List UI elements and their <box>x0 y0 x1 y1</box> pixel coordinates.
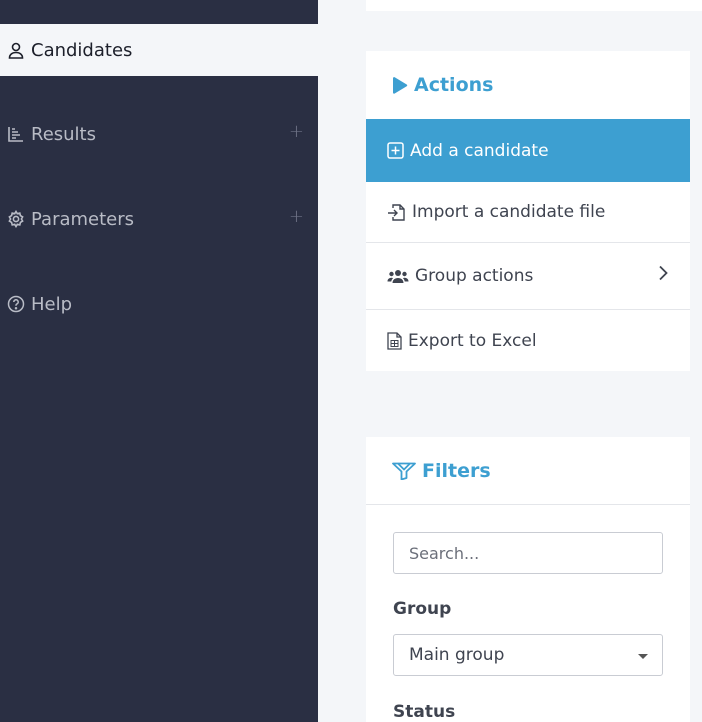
action-label: Group actions <box>415 266 534 286</box>
sidebar-item-label: Results <box>31 123 96 145</box>
sidebar-item-parameters[interactable]: Parameters + <box>0 193 318 245</box>
group-actions-menu[interactable]: Group actions <box>366 243 690 310</box>
group-label: Group <box>393 599 452 619</box>
filter-icon <box>392 462 416 480</box>
users-icon <box>387 268 409 285</box>
chevron-right-icon <box>658 265 668 286</box>
group-select-value: Main group <box>409 645 505 665</box>
actions-header: Actions <box>366 51 690 119</box>
user-icon <box>6 40 26 60</box>
action-label: Import a candidate file <box>412 202 606 222</box>
previous-card-edge <box>366 0 702 11</box>
expand-plus-icon[interactable]: + <box>289 121 304 142</box>
file-import-icon <box>387 203 406 222</box>
plus-square-icon <box>387 142 404 159</box>
sidebar: Candidates Results + Parameters + Help <box>0 0 318 722</box>
actions-title: Actions <box>414 74 494 96</box>
excel-file-icon <box>387 331 402 350</box>
export-excel-button[interactable]: Export to Excel <box>366 310 690 371</box>
action-label: Add a candidate <box>410 140 549 161</box>
sidebar-item-label: Parameters <box>31 208 135 230</box>
sidebar-item-candidates[interactable]: Candidates <box>0 24 318 76</box>
actions-card: Actions Add a candidate Import a candida… <box>366 51 690 371</box>
sidebar-item-label: Help <box>31 293 73 315</box>
import-candidate-file-button[interactable]: Import a candidate file <box>366 182 690 243</box>
filters-header: Filters <box>366 437 690 505</box>
play-icon <box>392 76 408 94</box>
filters-card: Filters Group Main group Status <box>366 437 690 722</box>
question-circle-icon <box>6 294 26 314</box>
sidebar-item-results[interactable]: Results + <box>0 108 318 160</box>
group-select[interactable]: Main group <box>393 634 663 676</box>
caret-down-icon <box>638 654 648 659</box>
sidebar-item-help[interactable]: Help <box>0 278 318 330</box>
search-input[interactable] <box>393 532 663 574</box>
sidebar-item-label: Candidates <box>31 39 133 61</box>
gear-icon <box>6 209 26 229</box>
add-candidate-button[interactable]: Add a candidate <box>366 119 690 182</box>
action-label: Export to Excel <box>408 330 537 351</box>
expand-plus-icon[interactable]: + <box>289 206 304 227</box>
bar-chart-icon <box>6 124 26 144</box>
filters-title: Filters <box>422 459 491 482</box>
status-label: Status <box>393 702 456 722</box>
